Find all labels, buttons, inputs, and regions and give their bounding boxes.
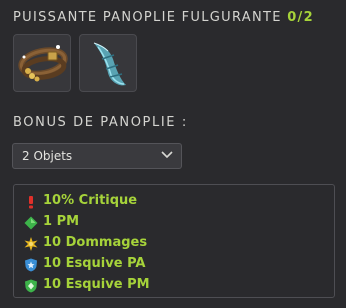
panoply-count: 0/2 (287, 10, 314, 25)
dodge-pa-icon (25, 258, 37, 272)
panoply-title: PUISSANTE PANOPLIE FULGURANTE 0/2 (13, 10, 314, 25)
bonus-value: 1 (43, 214, 53, 229)
bonus-count-select[interactable]: 2 Objets (12, 143, 182, 169)
pm-icon (24, 216, 38, 230)
bonus-value: 10 (43, 277, 62, 292)
bonus-stat: Critique (78, 193, 138, 208)
bonus-value: 10% (43, 193, 75, 208)
item-slot-belt[interactable] (13, 34, 71, 92)
bonus-count-value: 2 Objets (22, 149, 73, 163)
bonus-stat: Dommages (65, 235, 148, 250)
bonus-section-label: BONUS DE PANOPLIE : (13, 115, 188, 130)
bonus-value: 10 (43, 256, 62, 271)
panoply-name: PUISSANTE PANOPLIE FULGURANTE (13, 10, 282, 25)
bonus-stat: Esquive PA (65, 256, 146, 271)
bonus-stat: PM (56, 214, 80, 229)
bonus-stat: Esquive PM (65, 277, 150, 292)
cape-icon (93, 42, 126, 86)
chevron-down-icon (161, 151, 173, 159)
belt-icon (18, 45, 68, 82)
bonus-list: 10% Critique 1 PM 10 Dommages 10 Esquive… (13, 184, 335, 298)
item-slot-cape[interactable] (79, 34, 137, 92)
critical-icon (29, 196, 33, 209)
damage-icon (24, 237, 38, 251)
dodge-pm-icon (25, 279, 37, 293)
bonus-value: 10 (43, 235, 62, 250)
